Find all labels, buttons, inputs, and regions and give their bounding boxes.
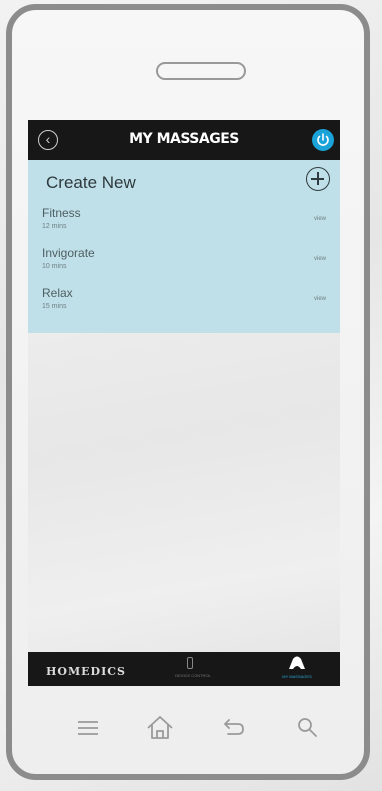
massage-duration: 10 mins: [42, 263, 67, 270]
bottom-tab-bar: HOMEDICS DEVICE CONTROL MY MASSAGES: [28, 652, 340, 686]
create-new-row[interactable]: Create New: [28, 160, 340, 202]
search-icon[interactable]: [288, 708, 328, 748]
phone-speaker: [156, 62, 246, 80]
tab-label: MY MASSAGES: [282, 674, 312, 679]
view-link[interactable]: view: [314, 216, 326, 222]
massage-name: Invigorate: [42, 246, 95, 260]
plus-circle-icon[interactable]: [306, 167, 330, 191]
view-link[interactable]: view: [314, 256, 326, 262]
back-arrow-icon[interactable]: [212, 708, 252, 748]
back-icon[interactable]: ‹: [38, 130, 58, 150]
list-item-invigorate[interactable]: Invigorate 10 mins view: [28, 244, 340, 284]
massage-name: Relax: [42, 286, 73, 300]
power-icon: [317, 133, 329, 146]
tab-my-massages[interactable]: MY MASSAGES: [254, 655, 340, 686]
top-bar: ‹ MY MASSAGES: [28, 120, 340, 160]
massage-chair-icon: [289, 656, 305, 669]
page-title: MY MASSAGES: [129, 131, 239, 147]
massage-duration: 15 mins: [42, 303, 67, 310]
power-button[interactable]: [312, 129, 334, 151]
menu-icon[interactable]: [68, 708, 108, 748]
massage-list: Create New Fitness 12 mins view Invigora…: [28, 160, 340, 333]
massage-name: Fitness: [42, 206, 81, 220]
create-new-label: Create New: [46, 173, 136, 192]
device-remote-icon: [187, 657, 193, 669]
home-icon[interactable]: [140, 708, 180, 748]
system-nav-bar: [28, 708, 340, 748]
tab-device-control[interactable]: DEVICE CONTROL: [148, 657, 238, 685]
brand-logo: HOMEDICS: [46, 665, 126, 678]
tab-label: DEVICE CONTROL: [175, 673, 211, 678]
massage-duration: 12 mins: [42, 223, 67, 230]
app-screen: ‹ MY MASSAGES Create New Fitness 12 mins…: [28, 120, 340, 686]
list-item-relax[interactable]: Relax 15 mins view: [28, 284, 340, 324]
view-link[interactable]: view: [314, 296, 326, 302]
list-item-fitness[interactable]: Fitness 12 mins view: [28, 204, 340, 244]
